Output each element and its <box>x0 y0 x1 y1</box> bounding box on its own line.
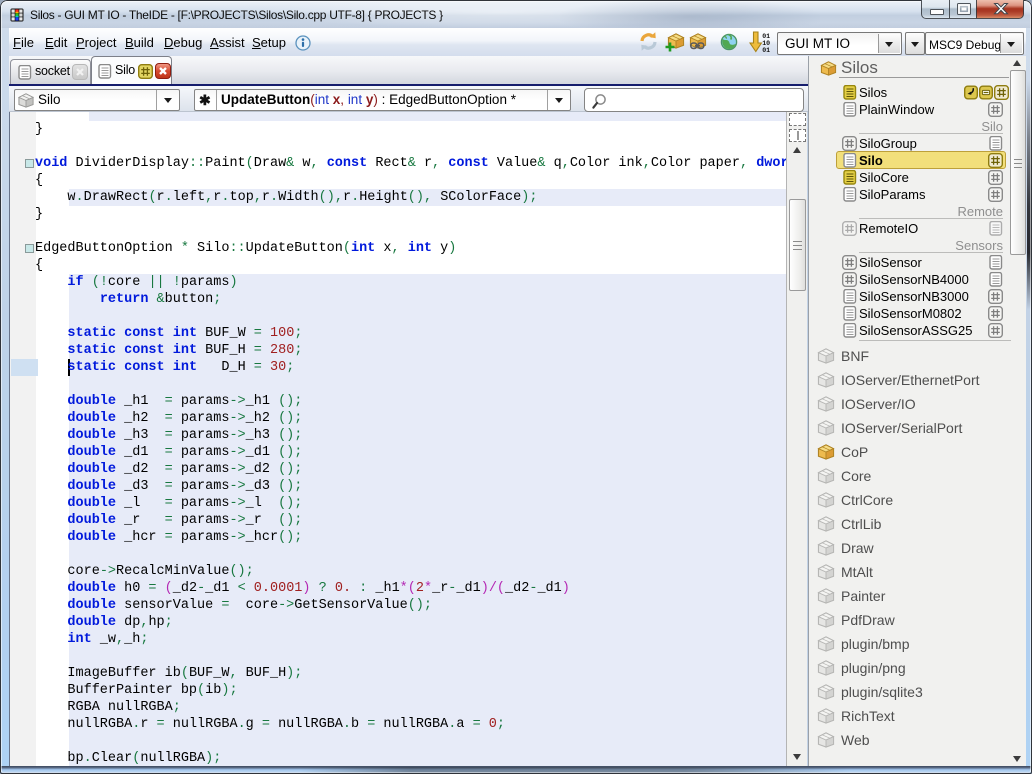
svg-text:01: 01 <box>762 47 770 54</box>
svg-text:10: 10 <box>762 40 770 47</box>
svg-text:01: 01 <box>762 33 770 40</box>
